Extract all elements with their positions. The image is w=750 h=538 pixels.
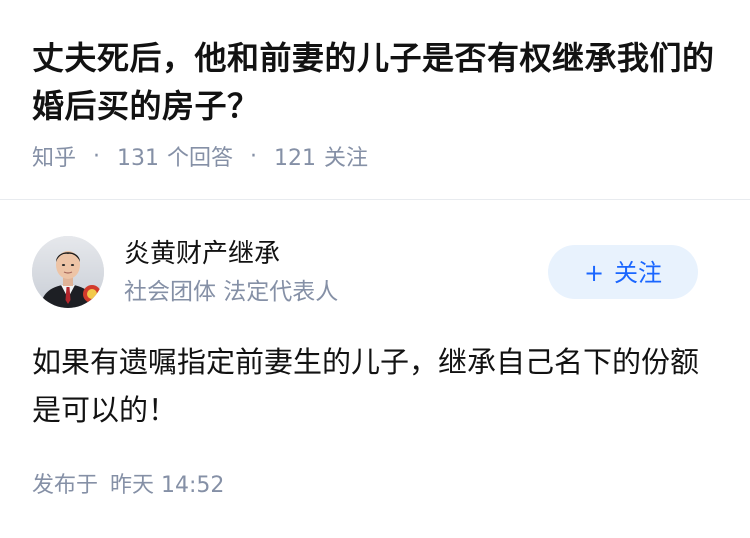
answer-content[interactable]: 如果有遗嘱指定前妻生的儿子，继承自己名下的份额是可以的！ [32,338,722,434]
follower-count-label[interactable]: 关注 [324,146,368,171]
follower-count: 121 [274,146,317,171]
question-meta: 知乎 · 131 个回答 · 121 关注 [32,143,368,175]
follow-button-label: 关注 [614,259,663,287]
question-title[interactable]: 丈夫死后，他和前妻的儿子是否有权继承我们的婚后买的房子？ [32,34,732,130]
meta-separator: · [250,144,258,169]
publish-time-value: 昨天 14:52 [110,473,225,498]
source-label[interactable]: 知乎 [32,146,76,171]
question-header: 丈夫死后，他和前妻的儿子是否有权继承我们的婚后买的房子？ 知乎 · 131 个回答… [0,0,750,200]
answer-count: 131 [117,146,160,171]
publish-time-prefix: 发布于 [32,473,99,498]
follow-button[interactable]: + 关注 [548,245,698,299]
answer-count-label[interactable]: 个回答 [167,146,233,171]
plus-icon: + [583,259,605,287]
meta-separator: · [93,144,101,169]
user-avatar-photo-icon [32,236,104,308]
author-name[interactable]: 炎黄财产继承 [124,236,280,272]
answer-publish-time: 发布于 昨天 14:52 [32,470,224,502]
author-description: 社会团体 法定代表人 [124,279,339,305]
answer-author-row: 炎黄财产继承 社会团体 法定代表人 + 关注 [32,236,718,310]
author-avatar[interactable] [32,236,104,308]
